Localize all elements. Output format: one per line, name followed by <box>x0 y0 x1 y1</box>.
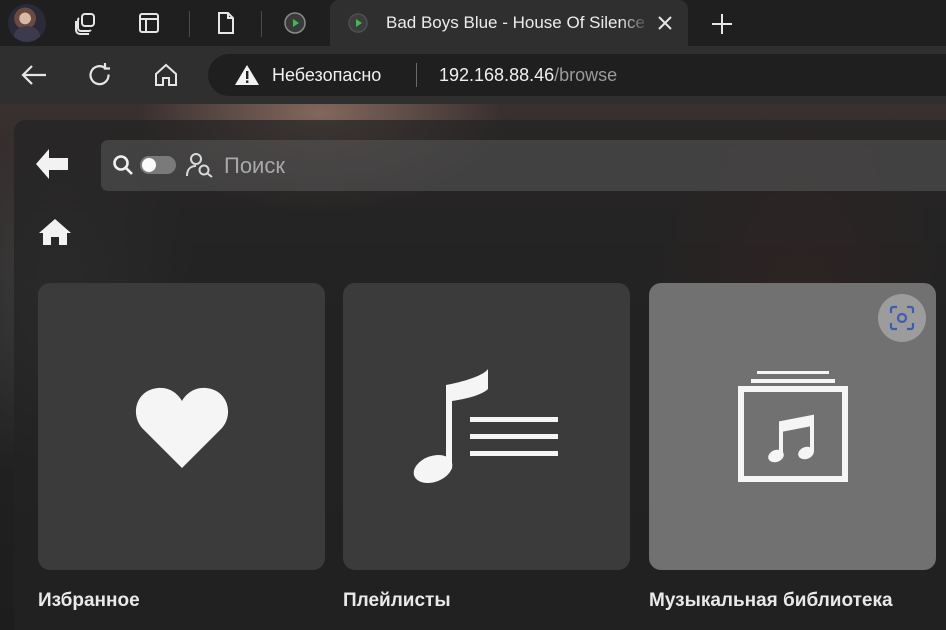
tab-player-favicon[interactable] <box>280 8 310 38</box>
url-text[interactable]: 192.168.88.46/browse <box>439 65 617 86</box>
visual-search-button[interactable] <box>878 294 926 342</box>
tab-divider <box>261 11 262 37</box>
close-tab-icon[interactable] <box>654 12 676 34</box>
search-icon[interactable] <box>112 154 134 176</box>
page-home-button[interactable] <box>38 217 72 247</box>
playlists-label[interactable]: Плейлисты <box>343 590 451 612</box>
music-library-icon <box>737 370 848 482</box>
url-host: 192.168.88.46 <box>439 65 555 85</box>
page-back-button[interactable] <box>32 144 72 184</box>
search-bar <box>101 140 946 191</box>
address-divider <box>416 63 417 87</box>
active-tab[interactable]: Bad Boys Blue - House Of Silence <box>330 0 688 46</box>
new-tab-button[interactable] <box>706 8 738 40</box>
music-library-label[interactable]: Музыкальная библиотека <box>649 590 893 612</box>
user-search-icon[interactable] <box>186 152 214 178</box>
workspaces-icon[interactable] <box>71 8 101 38</box>
browser-toolbar: Небезопасно 192.168.88.46/browse <box>0 46 946 104</box>
warning-icon[interactable] <box>234 64 260 86</box>
search-input[interactable] <box>224 150 924 182</box>
heart-icon <box>135 387 228 468</box>
tab-divider <box>189 11 190 37</box>
playlist-icon <box>413 368 558 483</box>
profile-avatar[interactable] <box>8 4 46 42</box>
home-icon[interactable] <box>150 59 182 91</box>
favorites-label[interactable]: Избранное <box>38 590 140 612</box>
url-path: /browse <box>554 65 618 85</box>
tab-actions-icon[interactable] <box>134 8 164 38</box>
tab-strip: Bad Boys Blue - House Of Silence <box>0 0 946 46</box>
play-favicon-icon <box>348 13 368 33</box>
page-viewport: Избранное Плейлисты Музыкальная библиоте… <box>0 104 946 630</box>
playlists-card[interactable] <box>343 283 630 570</box>
back-arrow-icon[interactable] <box>18 59 50 91</box>
reload-icon[interactable] <box>84 59 116 91</box>
security-status[interactable]: Небезопасно <box>272 65 381 86</box>
favorites-card[interactable] <box>38 283 325 570</box>
tab-title: Bad Boys Blue - House Of Silence <box>386 13 650 33</box>
tab-document-icon[interactable] <box>211 8 241 38</box>
visual-search-icon <box>889 305 915 331</box>
search-mode-toggle[interactable] <box>140 156 176 174</box>
address-bar[interactable]: Небезопасно 192.168.88.46/browse <box>208 54 946 96</box>
